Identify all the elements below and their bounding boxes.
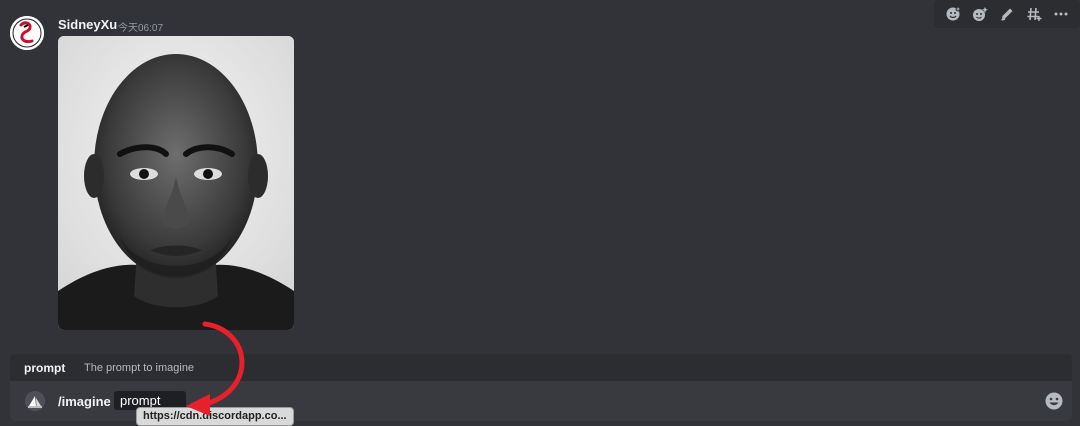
parameter-label: prompt bbox=[120, 393, 161, 408]
command-option-hint[interactable]: prompt The prompt to imagine bbox=[10, 354, 1072, 381]
url-tooltip: https://cdn.discordapp.co... bbox=[136, 407, 294, 426]
super-reaction-icon[interactable] bbox=[969, 3, 991, 25]
username[interactable]: SidneyXu bbox=[58, 17, 117, 32]
message-toolbar bbox=[934, 0, 1080, 28]
thread-icon[interactable] bbox=[1023, 3, 1045, 25]
slash-command: /imagine bbox=[58, 394, 111, 409]
timestamp: 今天06:07 bbox=[118, 23, 164, 34]
edit-icon[interactable] bbox=[996, 3, 1018, 25]
bot-avatar-icon bbox=[25, 391, 45, 411]
user-avatar[interactable] bbox=[10, 16, 44, 50]
add-reaction-icon[interactable] bbox=[942, 3, 964, 25]
more-icon[interactable] bbox=[1050, 3, 1072, 25]
option-description: The prompt to imagine bbox=[84, 362, 195, 374]
message: SidneyXu 今天06:07 bbox=[0, 0, 1080, 345]
attached-photo[interactable] bbox=[58, 36, 294, 330]
emoji-picker-icon[interactable] bbox=[1044, 391, 1064, 411]
option-name: prompt bbox=[24, 361, 66, 375]
